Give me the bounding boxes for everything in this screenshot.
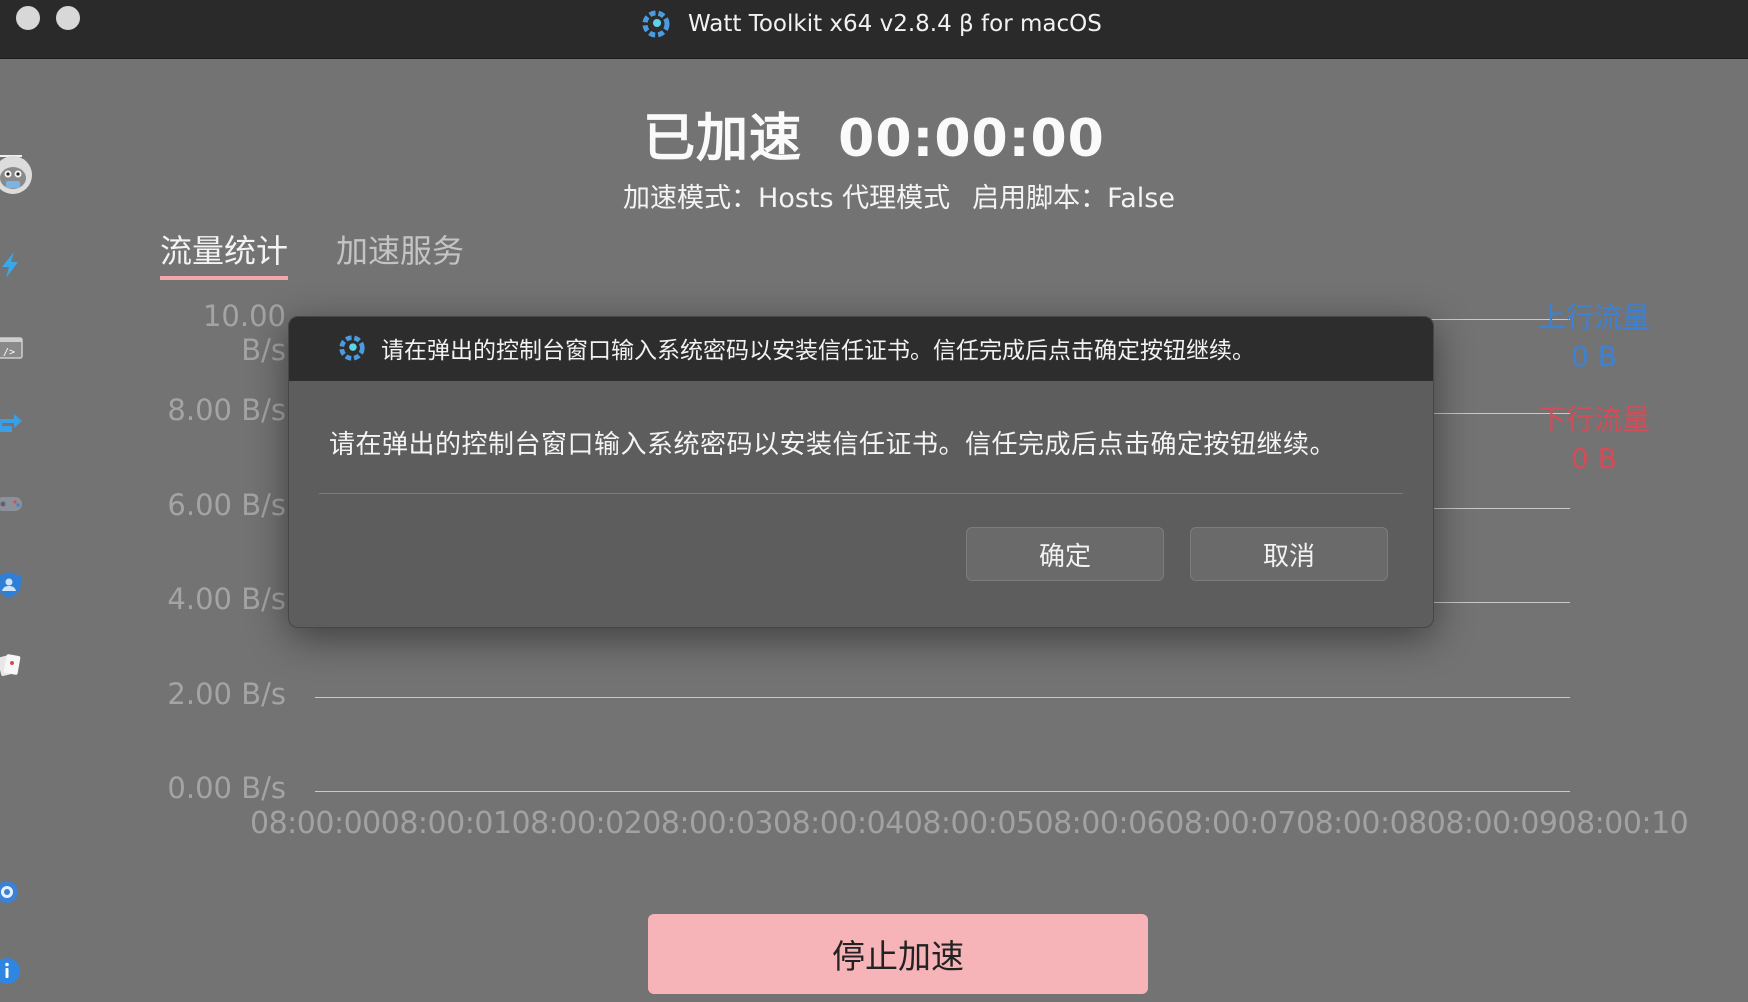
y-tick-label: 8.00 B/s bbox=[167, 393, 286, 428]
x-tick-label: 08:00:05 bbox=[903, 806, 1035, 841]
x-axis-labels: 08:00:0008:00:0108:00:0208:00:0308:00:04… bbox=[250, 806, 1689, 841]
dialog-title-bar: 请在弹出的控制台窗口输入系统密码以安装信任证书。信任完成后点击确定按钮继续。 bbox=[289, 317, 1433, 381]
dialog-ok-button[interactable]: 确定 bbox=[966, 527, 1164, 581]
dialog-title: 请在弹出的控制台窗口输入系统密码以安装信任证书。信任完成后点击确定按钮继续。 bbox=[381, 338, 1255, 364]
stop-accel-button[interactable]: 停止加速 bbox=[648, 914, 1148, 994]
app-window: Watt Toolkit x64 v2.8.4 β for macOS /> 已… bbox=[0, 0, 1748, 1002]
y-tick-label: 2.00 B/s bbox=[167, 676, 286, 711]
x-tick-label: 08:00:00 bbox=[250, 806, 381, 841]
x-tick-label: 08:00:07 bbox=[1165, 806, 1296, 841]
chart-gridline bbox=[315, 696, 1570, 698]
x-tick-label: 08:00:04 bbox=[773, 806, 904, 841]
x-tick-label: 08:00:02 bbox=[511, 806, 643, 841]
legend-upload-total: 0 B bbox=[1571, 340, 1617, 373]
dialog-cancel-button[interactable]: 取消 bbox=[1190, 527, 1388, 581]
x-tick-label: 08:00:03 bbox=[642, 806, 773, 841]
y-tick-label: 4.00 B/s bbox=[167, 582, 286, 617]
chart-gridline bbox=[315, 791, 1570, 792]
x-tick-label: 08:00:08 bbox=[1296, 806, 1427, 841]
x-tick-label: 08:00:10 bbox=[1557, 806, 1689, 841]
legend-download-label: 下行流量 bbox=[1537, 403, 1650, 436]
x-tick-label: 08:00:01 bbox=[380, 806, 512, 841]
y-tick-label: 10.00 B/s bbox=[202, 299, 286, 367]
trust-cert-dialog: 请在弹出的控制台窗口输入系统密码以安装信任证书。信任完成后点击确定按钮继续。 请… bbox=[288, 316, 1434, 628]
x-tick-label: 08:00:09 bbox=[1426, 806, 1558, 841]
legend-download-total: 0 B bbox=[1571, 442, 1617, 475]
dialog-divider bbox=[319, 493, 1403, 494]
dialog-message: 请在弹出的控制台窗口输入系统密码以安装信任证书。信任完成后点击确定按钮继续。 bbox=[329, 430, 1337, 460]
app-logo-icon bbox=[339, 335, 365, 361]
y-tick-label: 0.00 B/s bbox=[167, 771, 286, 805]
x-tick-label: 08:00:06 bbox=[1034, 806, 1166, 841]
legend-upload-label: 上行流量 bbox=[1537, 301, 1650, 334]
y-tick-label: 6.00 B/s bbox=[167, 487, 286, 522]
